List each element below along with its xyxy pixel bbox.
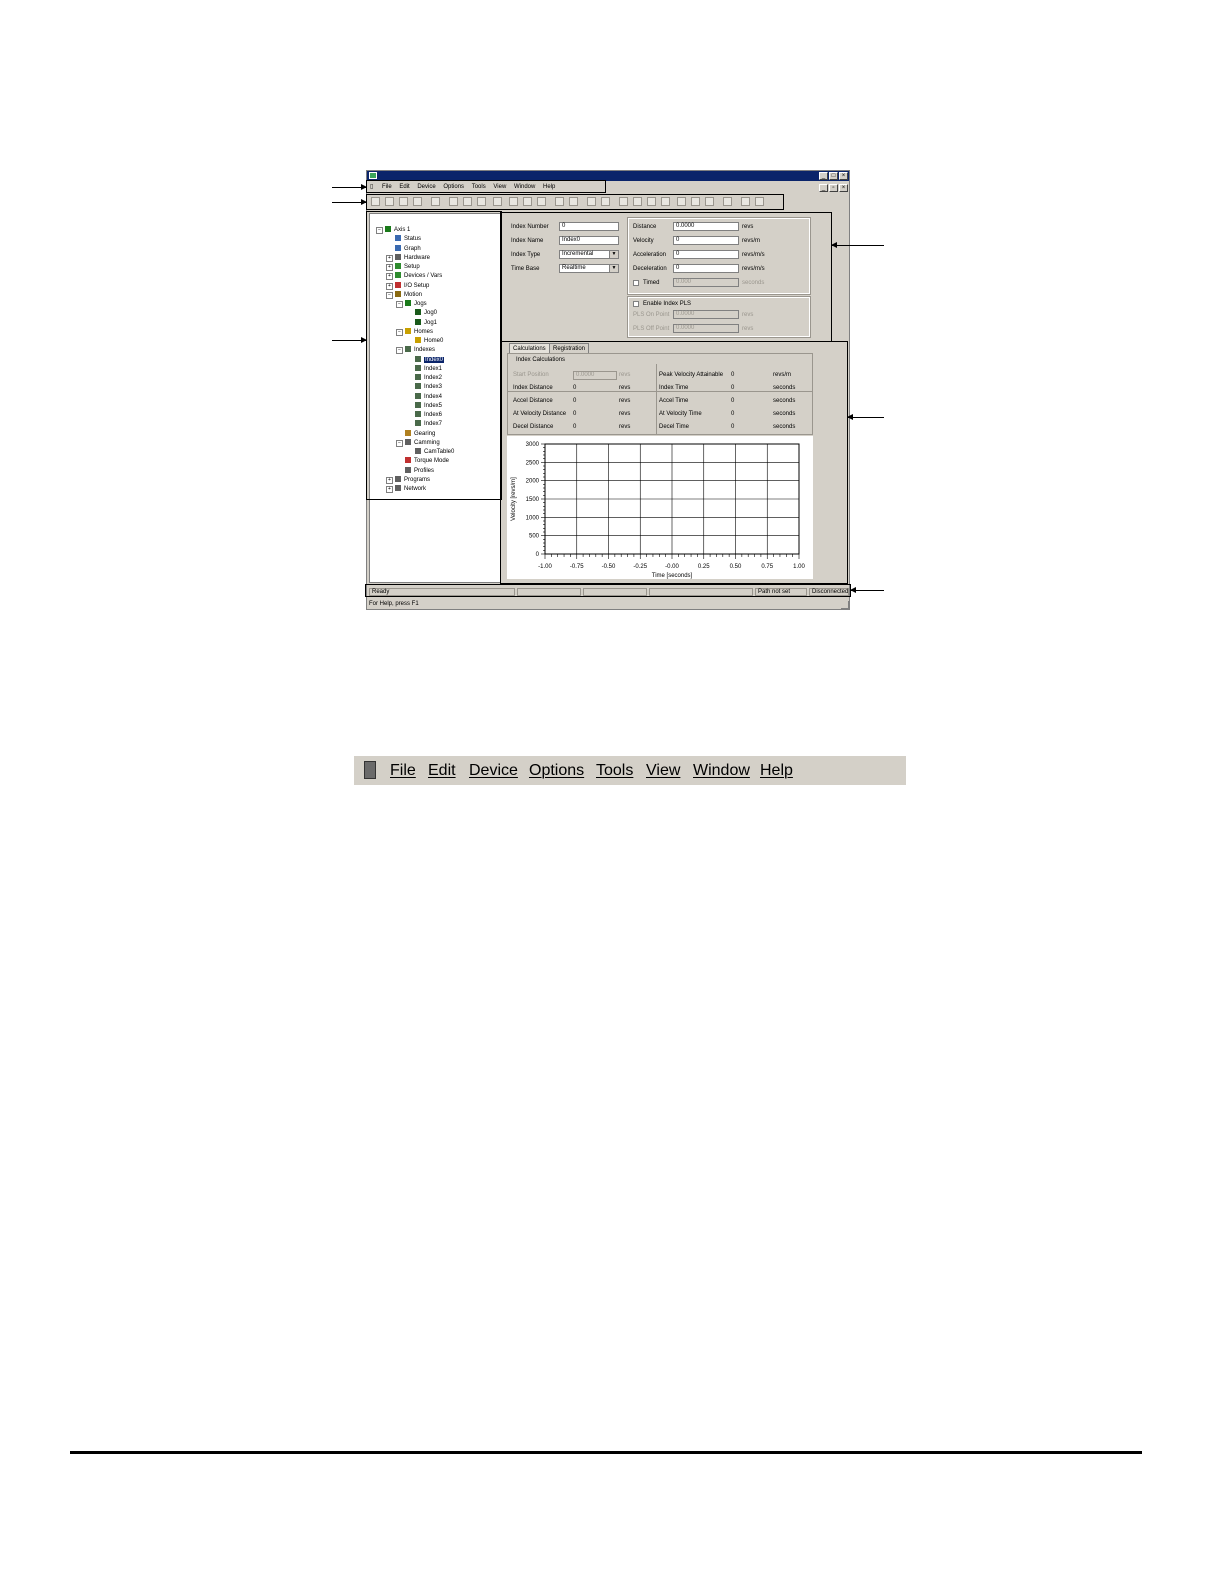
child-restore-icon[interactable]: ▫	[829, 184, 838, 192]
minimize-icon[interactable]: _	[819, 172, 828, 180]
menu-edit[interactable]: Edit	[428, 761, 456, 781]
menu-view[interactable]: View	[646, 761, 680, 781]
arrow-properties	[831, 242, 884, 248]
page-rule	[70, 1451, 1142, 1454]
menu-tools[interactable]: Tools	[596, 761, 633, 781]
help-hint: For Help, press F1	[369, 601, 419, 607]
callout-status-bar	[365, 584, 851, 597]
child-minimize-icon[interactable]: _	[819, 184, 828, 192]
arrow-menu-bar	[332, 184, 367, 190]
menu-bar-closeup: File Edit Device Options Tools View Wind…	[354, 756, 906, 785]
menu-help[interactable]: Help	[760, 761, 793, 781]
child-close-icon[interactable]: ×	[839, 184, 848, 192]
menu-file[interactable]: File	[390, 761, 416, 781]
app-icon	[369, 172, 377, 179]
callout-tree	[366, 211, 502, 500]
callout-properties	[500, 212, 832, 342]
menu-options[interactable]: Options	[529, 761, 584, 781]
resize-grip-icon[interactable]	[841, 601, 849, 609]
menu-device[interactable]: Device	[469, 761, 518, 781]
document-icon[interactable]	[364, 761, 376, 779]
arrow-tree	[332, 337, 367, 343]
arrow-toolbar	[332, 199, 367, 205]
arrow-calculations	[847, 414, 884, 420]
callout-menu-bar	[366, 180, 606, 193]
menu-window[interactable]: Window	[693, 761, 750, 781]
maximize-icon[interactable]: □	[829, 172, 838, 180]
callout-calculations	[500, 341, 848, 584]
callout-toolbar	[366, 194, 784, 210]
close-icon[interactable]: ×	[839, 172, 848, 180]
help-bar: For Help, press F1	[367, 599, 851, 609]
arrow-status-bar	[850, 587, 884, 593]
